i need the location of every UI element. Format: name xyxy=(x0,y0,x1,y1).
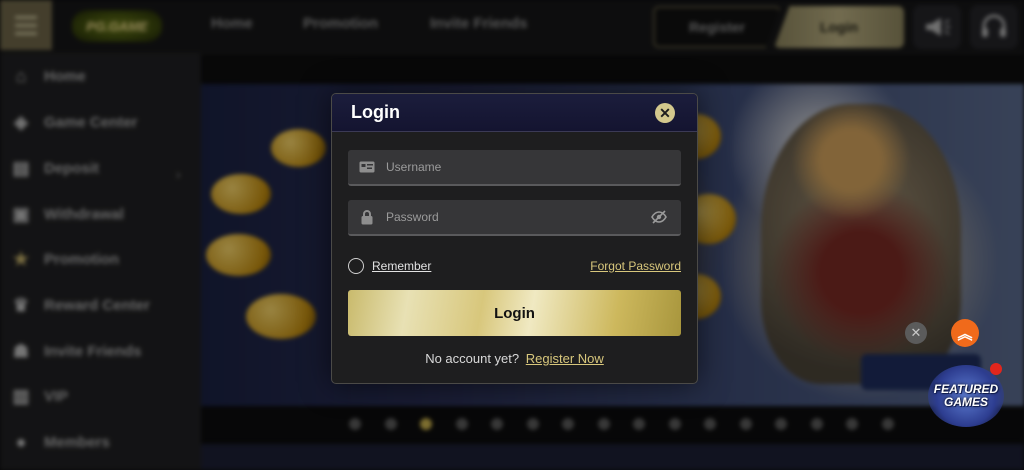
id-card-icon xyxy=(348,161,386,173)
login-submit-button[interactable]: Login xyxy=(348,290,681,336)
forgot-password-link[interactable]: Forgot Password xyxy=(590,259,681,273)
close-floating-button[interactable]: ✕ xyxy=(905,322,927,344)
double-chevron-up-icon: ︽ xyxy=(957,325,973,343)
scroll-top-button[interactable]: ︽ xyxy=(951,319,979,347)
close-modal-button[interactable]: ✕ xyxy=(655,103,675,123)
password-field[interactable] xyxy=(348,200,681,236)
remember-option[interactable]: Remember xyxy=(348,258,431,274)
featured-games-button[interactable]: FEATURED GAMES xyxy=(928,363,1004,427)
username-input[interactable] xyxy=(386,160,636,174)
username-field[interactable] xyxy=(348,150,681,186)
remember-radio[interactable] xyxy=(348,258,364,274)
signup-prompt: No account yet? Register Now xyxy=(332,351,697,366)
lock-icon xyxy=(348,209,386,225)
eye-slash-icon[interactable] xyxy=(651,210,667,229)
remember-label[interactable]: Remember xyxy=(372,259,431,273)
notification-dot xyxy=(990,363,1002,375)
password-input[interactable] xyxy=(386,210,636,224)
close-icon: ✕ xyxy=(659,104,671,121)
login-modal: Login ✕ Remember Forgot Password Login N… xyxy=(331,93,698,384)
no-account-text: No account yet? xyxy=(425,351,520,366)
modal-title: Login xyxy=(351,102,400,122)
modal-header: Login ✕ xyxy=(332,94,697,132)
featured-line2: GAMES xyxy=(943,395,988,409)
register-now-link[interactable]: Register Now xyxy=(526,351,604,366)
